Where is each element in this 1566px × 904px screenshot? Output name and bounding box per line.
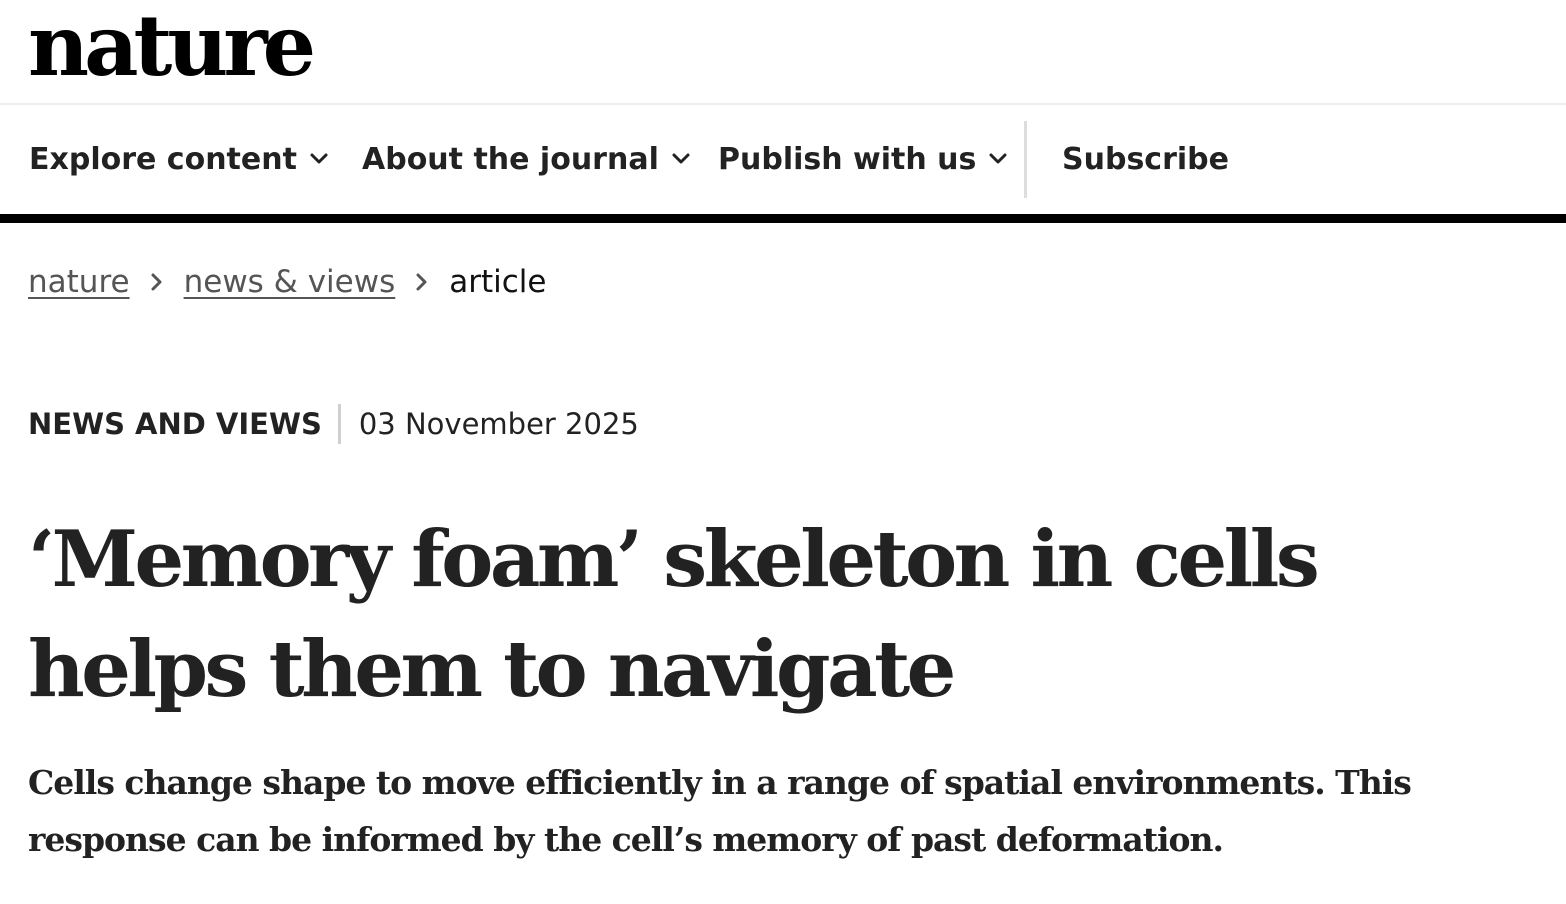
breadcrumb: nature news & views article — [28, 258, 547, 306]
nature-logo[interactable]: nature — [28, 4, 316, 88]
article-standfirst: Cells change shape to move efficiently i… — [28, 763, 1412, 859]
breadcrumb-current: article — [449, 264, 547, 300]
subscribe-link[interactable]: Subscribe — [1062, 105, 1229, 214]
subscribe-label: Subscribe — [1062, 142, 1229, 177]
article-meta: NEWS AND VIEWS 03 November 2025 — [28, 402, 639, 446]
masthead: nature — [0, 0, 1566, 105]
chevron-right-icon — [415, 271, 429, 293]
nav-about-the-journal[interactable]: About the journal — [362, 105, 691, 214]
nav-explore-content[interactable]: Explore content — [29, 105, 329, 214]
chevron-right-icon — [150, 271, 164, 293]
nav-publish-with-us[interactable]: Publish with us — [718, 105, 1008, 214]
nav-item-label: Publish with us — [718, 142, 977, 177]
article-date: 03 November 2025 — [358, 407, 639, 441]
chevron-down-icon — [988, 149, 1008, 169]
nav-divider — [1024, 121, 1027, 198]
chevron-down-icon — [671, 149, 691, 169]
nav-item-label: Explore content — [29, 142, 297, 177]
breadcrumb-nature[interactable]: nature — [28, 264, 130, 300]
nav-item-label: About the journal — [362, 142, 659, 177]
article-type: NEWS AND VIEWS — [28, 404, 341, 444]
breadcrumb-news-views[interactable]: news & views — [184, 264, 396, 300]
main-nav: Explore content About the journal Publis… — [0, 105, 1566, 223]
article-title: ‘Memory foam’ skeleton in cells helps th… — [28, 514, 1320, 715]
chevron-down-icon — [309, 149, 329, 169]
